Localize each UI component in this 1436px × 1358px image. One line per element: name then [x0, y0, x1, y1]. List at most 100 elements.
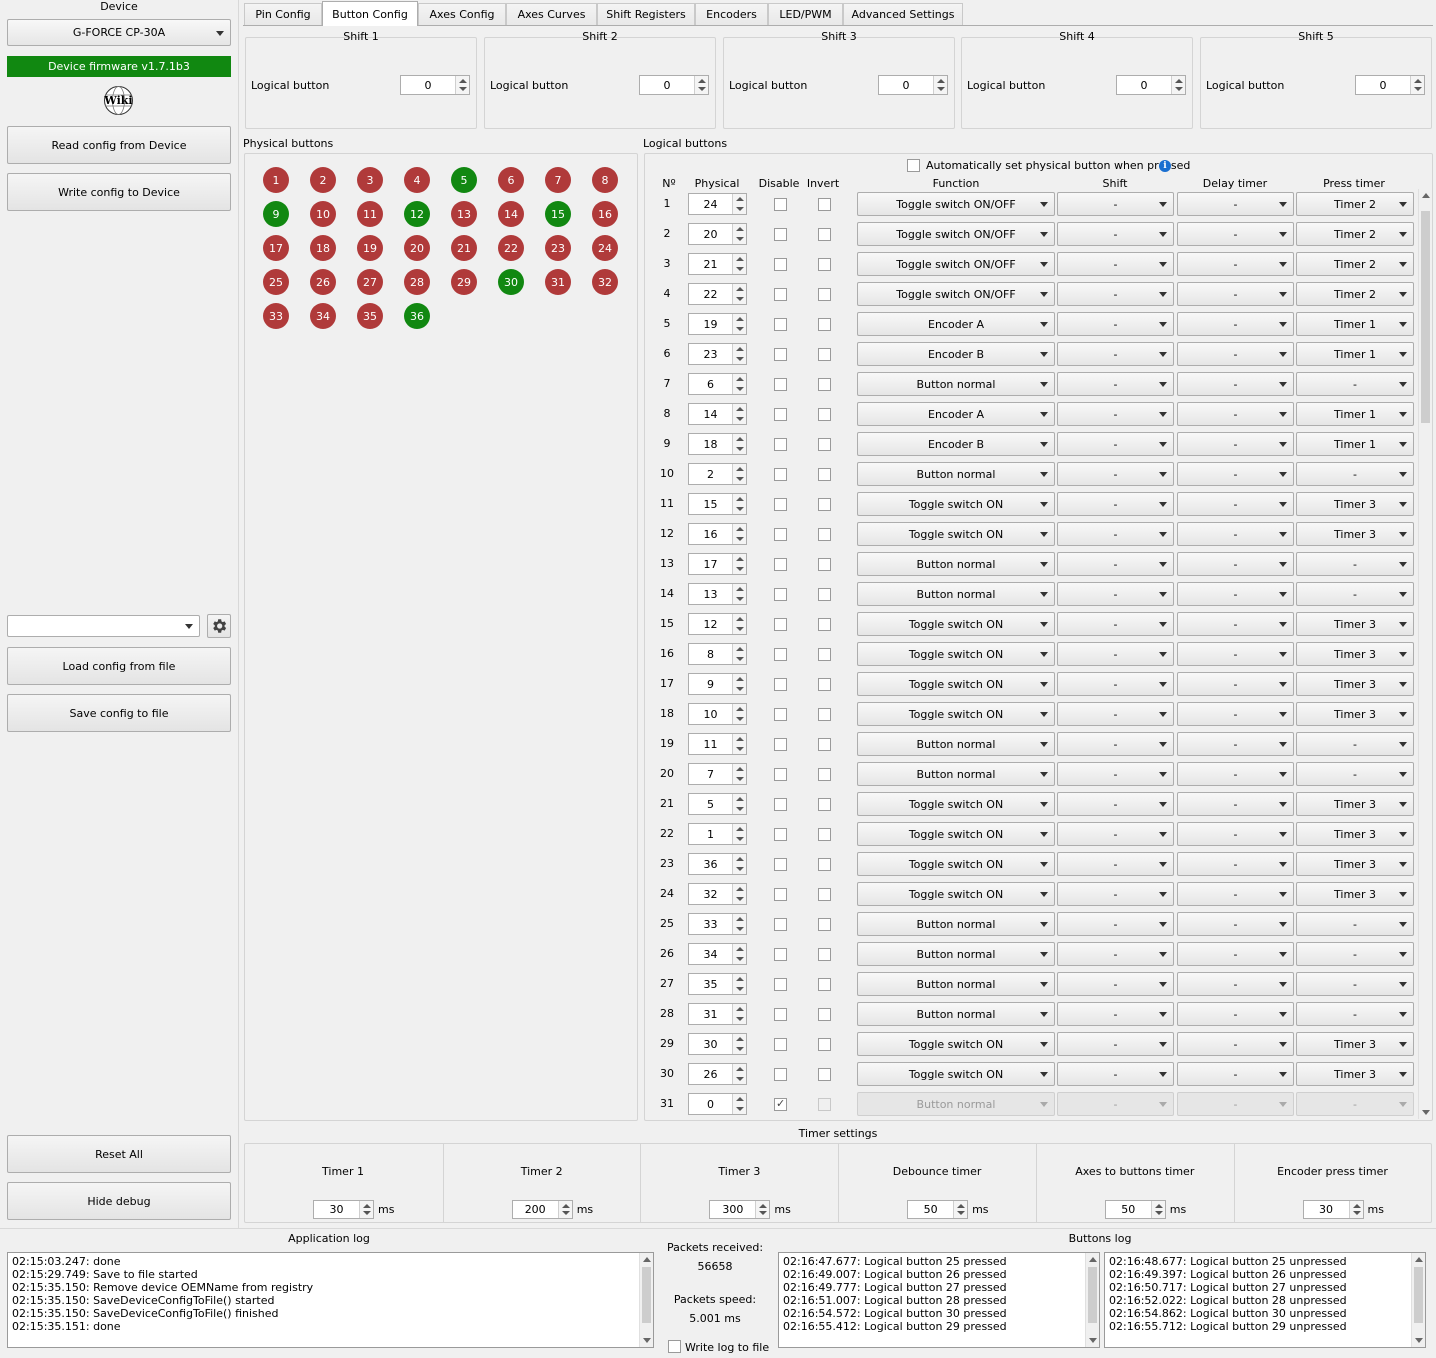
physical-spin[interactable]: 13 [688, 583, 747, 605]
physical-spin[interactable]: 2 [688, 463, 747, 485]
disable-checkbox[interactable] [774, 798, 787, 811]
disable-checkbox[interactable] [774, 948, 787, 961]
function-select[interactable]: Button normal [857, 912, 1055, 936]
physical-spin-arrows-icon[interactable] [732, 1034, 746, 1054]
physical-spin-arrows-icon[interactable] [732, 224, 746, 244]
invert-checkbox[interactable] [818, 678, 831, 691]
function-select[interactable]: Encoder A [857, 312, 1055, 336]
press-timer-select[interactable]: Timer 3 [1296, 672, 1414, 696]
scroll-up-icon[interactable] [643, 1257, 651, 1262]
invert-checkbox[interactable] [818, 1038, 831, 1051]
press-timer-select[interactable]: - [1296, 1092, 1414, 1116]
delay-timer-select[interactable]: - [1177, 432, 1294, 456]
press-timer-select[interactable]: - [1296, 942, 1414, 966]
invert-checkbox[interactable] [818, 978, 831, 991]
disable-checkbox[interactable] [774, 468, 787, 481]
function-select[interactable]: Toggle switch ON [857, 822, 1055, 846]
shift-select[interactable]: - [1057, 582, 1174, 606]
press-timer-select[interactable]: Timer 3 [1296, 1062, 1414, 1086]
disable-checkbox[interactable] [774, 198, 787, 211]
physical-spin-arrows-icon[interactable] [732, 644, 746, 664]
disable-checkbox[interactable] [774, 408, 787, 421]
physical-spin[interactable]: 17 [688, 553, 747, 575]
delay-timer-select[interactable]: - [1177, 852, 1294, 876]
logical-scrollbar[interactable] [1418, 189, 1432, 1119]
physical-spin-arrows-icon[interactable] [732, 344, 746, 364]
physical-spin[interactable]: 36 [688, 853, 747, 875]
delay-timer-select[interactable]: - [1177, 642, 1294, 666]
shift-select[interactable]: - [1057, 672, 1174, 696]
press-timer-select[interactable]: Timer 2 [1296, 282, 1414, 306]
press-timer-select[interactable]: Timer 3 [1296, 822, 1414, 846]
timer-spin-arrows-icon[interactable] [1348, 1201, 1363, 1218]
press-timer-select[interactable]: Timer 3 [1296, 852, 1414, 876]
physical-spin-arrows-icon[interactable] [732, 824, 746, 844]
delay-timer-select[interactable]: - [1177, 702, 1294, 726]
physical-spin-arrows-icon[interactable] [732, 734, 746, 754]
shift-select[interactable]: - [1057, 1032, 1174, 1056]
save-config-button[interactable]: Save config to file [7, 694, 231, 732]
disable-checkbox[interactable] [774, 588, 787, 601]
invert-checkbox[interactable] [818, 948, 831, 961]
press-timer-select[interactable]: Timer 2 [1296, 192, 1414, 216]
disable-checkbox[interactable] [774, 828, 787, 841]
physical-spin[interactable]: 12 [688, 613, 747, 635]
buttons-log-pressed[interactable]: 02:16:47.677: Logical button 25 pressed 0… [778, 1252, 1100, 1348]
physical-spin[interactable]: 7 [688, 763, 747, 785]
press-timer-select[interactable]: Timer 1 [1296, 432, 1414, 456]
function-select[interactable]: Button normal [857, 372, 1055, 396]
timer-spin[interactable]: 30 [1302, 1200, 1364, 1219]
physical-spin[interactable]: 6 [688, 373, 747, 395]
scroll-up-icon[interactable] [1415, 1257, 1423, 1262]
physical-spin[interactable]: 24 [688, 193, 747, 215]
disable-checkbox[interactable] [774, 678, 787, 691]
tab-led-pwm[interactable]: LED/PWM [768, 3, 843, 25]
timer-spin-arrows-icon[interactable] [557, 1201, 572, 1218]
disable-checkbox[interactable] [774, 528, 787, 541]
function-select[interactable]: Toggle switch ON [857, 792, 1055, 816]
invert-checkbox[interactable] [818, 348, 831, 361]
function-select[interactable]: Button normal [857, 552, 1055, 576]
delay-timer-select[interactable]: - [1177, 222, 1294, 246]
physical-spin[interactable]: 15 [688, 493, 747, 515]
shift-select[interactable]: - [1057, 1092, 1174, 1116]
disable-checkbox[interactable] [774, 1038, 787, 1051]
physical-spin-arrows-icon[interactable] [732, 674, 746, 694]
shift-select[interactable]: - [1057, 762, 1174, 786]
shift-logical-button-spin[interactable]: 0 [400, 75, 470, 95]
invert-checkbox[interactable] [818, 798, 831, 811]
shift-select[interactable]: - [1057, 732, 1174, 756]
invert-checkbox[interactable] [818, 918, 831, 931]
shift-logical-button-spin[interactable]: 0 [1355, 75, 1425, 95]
shift-select[interactable]: - [1057, 1002, 1174, 1026]
delay-timer-select[interactable]: - [1177, 312, 1294, 336]
delay-timer-select[interactable]: - [1177, 792, 1294, 816]
invert-checkbox[interactable] [818, 498, 831, 511]
press-timer-select[interactable]: - [1296, 372, 1414, 396]
physical-spin-arrows-icon[interactable] [732, 434, 746, 454]
press-timer-select[interactable]: - [1296, 582, 1414, 606]
tab-axes-curves[interactable]: Axes Curves [506, 3, 597, 25]
invert-checkbox[interactable] [818, 1068, 831, 1081]
disable-checkbox[interactable] [774, 1097, 787, 1111]
scroll-thumb[interactable] [642, 1267, 651, 1323]
shift-logical-button-spin[interactable]: 0 [639, 75, 709, 95]
shift-select[interactable]: - [1057, 372, 1174, 396]
settings-button[interactable] [207, 614, 231, 638]
press-timer-select[interactable]: - [1296, 552, 1414, 576]
scroll-down-icon[interactable] [643, 1338, 651, 1343]
delay-timer-select[interactable]: - [1177, 612, 1294, 636]
press-timer-select[interactable]: - [1296, 732, 1414, 756]
shift-select[interactable]: - [1057, 252, 1174, 276]
disable-checkbox[interactable] [774, 918, 787, 931]
invert-checkbox[interactable] [818, 378, 831, 391]
physical-spin-arrows-icon[interactable] [732, 794, 746, 814]
invert-checkbox[interactable] [818, 318, 831, 331]
timer-spin[interactable]: 50 [907, 1200, 969, 1219]
function-select[interactable]: Toggle switch ON [857, 642, 1055, 666]
physical-spin-arrows-icon[interactable] [732, 374, 746, 394]
invert-checkbox[interactable] [818, 1098, 831, 1111]
press-timer-select[interactable]: - [1296, 972, 1414, 996]
shift-logical-button-spin-arrows-icon[interactable] [1171, 76, 1185, 94]
press-timer-select[interactable]: Timer 1 [1296, 402, 1414, 426]
